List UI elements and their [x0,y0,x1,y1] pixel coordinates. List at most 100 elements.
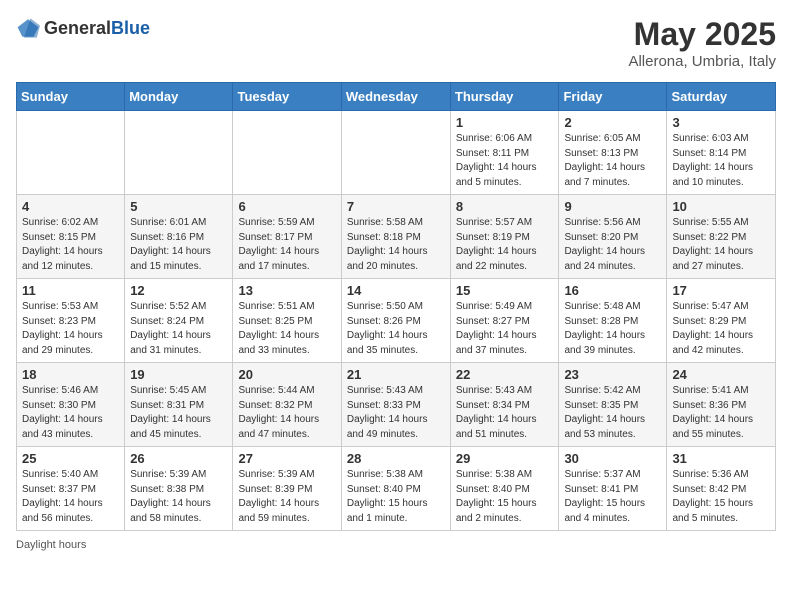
calendar-day-header: Friday [559,83,667,111]
calendar-day-header: Thursday [450,83,559,111]
calendar-day-cell: 27 Sunrise: 5:39 AM Sunset: 8:39 PM Dayli… [233,447,341,531]
calendar-day-cell: 28 Sunrise: 5:38 AM Sunset: 8:40 PM Dayli… [341,447,450,531]
day-number: 28 [347,451,445,466]
day-info: Sunrise: 5:46 AM Sunset: 8:30 PM Dayligh… [22,384,119,442]
day-number: 17 [672,283,770,298]
day-number: 27 [238,451,335,466]
day-info: Sunrise: 5:48 AM Sunset: 8:28 PM Dayligh… [564,300,661,358]
day-info: Sunrise: 5:47 AM Sunset: 8:29 PM Dayligh… [672,300,770,358]
calendar-day-cell: 1 Sunrise: 6:06 AM Sunset: 8:11 PM Daylig… [450,111,559,195]
day-number: 18 [22,367,119,382]
calendar-day-header: Monday [125,83,233,111]
calendar-day-cell: 29Sunrise: 5:38 AM Sunset: 8:40 PM Dayli… [450,447,559,531]
calendar-day-header: Wednesday [341,83,450,111]
page-header: GeneralBlue May 2025 Allerona, Umbria, I… [16,16,776,70]
day-info: Sunrise: 5:38 AM Sunset: 8:40 PM Dayligh… [456,468,554,526]
calendar-day-cell [125,111,233,195]
day-number: 12 [130,283,227,298]
location-title: Allerona, Umbria, Italy [628,53,776,70]
calendar-day-cell: 8 Sunrise: 5:57 AM Sunset: 8:19 PM Daylig… [450,195,559,279]
logo-blue: Blue [111,18,150,38]
day-info: Sunrise: 5:53 AM Sunset: 8:23 PM Dayligh… [22,300,119,358]
day-info: Sunrise: 5:50 AM Sunset: 8:26 PM Dayligh… [347,300,445,358]
calendar-day-cell: 7Sunrise: 5:58 AM Sunset: 8:18 PM Daylig… [341,195,450,279]
calendar-week-row: 18 Sunrise: 5:46 AM Sunset: 8:30 PM Dayli… [17,363,776,447]
day-info: Sunrise: 5:44 AM Sunset: 8:32 PM Dayligh… [238,384,335,442]
calendar-day-cell: 25 Sunrise: 5:40 AM Sunset: 8:37 PM Dayli… [17,447,125,531]
title-block: May 2025 Allerona, Umbria, Italy [628,16,776,70]
day-info: Sunrise: 5:39 AM Sunset: 8:38 PM Dayligh… [130,468,227,526]
day-info: Sunrise: 5:39 AM Sunset: 8:39 PM Dayligh… [238,468,335,526]
calendar-day-cell: 6Sunrise: 5:59 AM Sunset: 8:17 PM Daylig… [233,195,341,279]
day-info: Sunrise: 6:02 AM Sunset: 8:15 PM Dayligh… [22,216,119,274]
day-number: 22 [456,367,554,382]
day-number: 6 [238,199,335,214]
day-info: Sunrise: 5:37 AM Sunset: 8:41 PM Dayligh… [564,468,661,526]
day-number: 3 [672,115,770,130]
day-info: Sunrise: 5:40 AM Sunset: 8:37 PM Dayligh… [22,468,119,526]
calendar-day-cell: 11 Sunrise: 5:53 AM Sunset: 8:23 PM Dayli… [17,279,125,363]
calendar-day-header: Saturday [667,83,776,111]
calendar-day-header: Sunday [17,83,125,111]
footer-note: Daylight hours [16,539,776,551]
day-number: 8 [456,199,554,214]
calendar-day-cell: 3 Sunrise: 6:03 AM Sunset: 8:14 PM Daylig… [667,111,776,195]
calendar-day-cell: 12 Sunrise: 5:52 AM Sunset: 8:24 PM Dayli… [125,279,233,363]
day-info: Sunrise: 5:58 AM Sunset: 8:18 PM Dayligh… [347,216,445,274]
calendar-day-cell: 16 Sunrise: 5:48 AM Sunset: 8:28 PM Dayli… [559,279,667,363]
month-title: May 2025 [628,16,776,53]
calendar-day-header: Tuesday [233,83,341,111]
calendar-day-cell: 13 Sunrise: 5:51 AM Sunset: 8:25 PM Dayli… [233,279,341,363]
day-number: 31 [672,451,770,466]
day-number: 19 [130,367,227,382]
calendar-week-row: 4 Sunrise: 6:02 AM Sunset: 8:15 PM Daylig… [17,195,776,279]
logo-icon [16,16,40,40]
calendar-day-cell: 23Sunrise: 5:42 AM Sunset: 8:35 PM Dayli… [559,363,667,447]
calendar-day-cell: 10Sunrise: 5:55 AM Sunset: 8:22 PM Dayli… [667,195,776,279]
calendar-week-row: 1 Sunrise: 6:06 AM Sunset: 8:11 PM Daylig… [17,111,776,195]
day-info: Sunrise: 5:43 AM Sunset: 8:33 PM Dayligh… [347,384,445,442]
calendar-day-cell: 19 Sunrise: 5:45 AM Sunset: 8:31 PM Dayli… [125,363,233,447]
calendar-day-cell: 14 Sunrise: 5:50 AM Sunset: 8:26 PM Dayli… [341,279,450,363]
logo: GeneralBlue [16,16,150,40]
day-number: 2 [564,115,661,130]
calendar-day-cell: 31Sunrise: 5:36 AM Sunset: 8:42 PM Dayli… [667,447,776,531]
day-number: 1 [456,115,554,130]
day-info: Sunrise: 5:49 AM Sunset: 8:27 PM Dayligh… [456,300,554,358]
calendar-day-cell: 21 Sunrise: 5:43 AM Sunset: 8:33 PM Dayli… [341,363,450,447]
day-number: 13 [238,283,335,298]
day-info: Sunrise: 5:57 AM Sunset: 8:19 PM Dayligh… [456,216,554,274]
day-number: 26 [130,451,227,466]
calendar-day-cell: 2 Sunrise: 6:05 AM Sunset: 8:13 PM Daylig… [559,111,667,195]
calendar-table: SundayMondayTuesdayWednesdayThursdayFrid… [16,82,776,531]
calendar-day-cell: 17 Sunrise: 5:47 AM Sunset: 8:29 PM Dayli… [667,279,776,363]
day-number: 15 [456,283,554,298]
day-info: Sunrise: 6:03 AM Sunset: 8:14 PM Dayligh… [672,132,770,190]
calendar-day-cell: 9Sunrise: 5:56 AM Sunset: 8:20 PM Daylig… [559,195,667,279]
day-number: 4 [22,199,119,214]
calendar-day-cell: 30Sunrise: 5:37 AM Sunset: 8:41 PM Dayli… [559,447,667,531]
logo-general: General [44,18,111,38]
day-info: Sunrise: 5:43 AM Sunset: 8:34 PM Dayligh… [456,384,554,442]
day-info: Sunrise: 6:06 AM Sunset: 8:11 PM Dayligh… [456,132,554,190]
calendar-day-cell: 24Sunrise: 5:41 AM Sunset: 8:36 PM Dayli… [667,363,776,447]
day-number: 23 [564,367,661,382]
calendar-header-row: SundayMondayTuesdayWednesdayThursdayFrid… [17,83,776,111]
day-info: Sunrise: 5:51 AM Sunset: 8:25 PM Dayligh… [238,300,335,358]
day-number: 11 [22,283,119,298]
calendar-day-cell: 22 Sunrise: 5:43 AM Sunset: 8:34 PM Dayli… [450,363,559,447]
calendar-day-cell: 26 Sunrise: 5:39 AM Sunset: 8:38 PM Dayli… [125,447,233,531]
day-info: Sunrise: 6:01 AM Sunset: 8:16 PM Dayligh… [130,216,227,274]
day-number: 16 [564,283,661,298]
day-info: Sunrise: 5:52 AM Sunset: 8:24 PM Dayligh… [130,300,227,358]
day-info: Sunrise: 6:05 AM Sunset: 8:13 PM Dayligh… [564,132,661,190]
day-info: Sunrise: 5:56 AM Sunset: 8:20 PM Dayligh… [564,216,661,274]
day-number: 21 [347,367,445,382]
day-number: 25 [22,451,119,466]
day-info: Sunrise: 5:45 AM Sunset: 8:31 PM Dayligh… [130,384,227,442]
day-number: 5 [130,199,227,214]
calendar-day-cell [233,111,341,195]
day-number: 14 [347,283,445,298]
day-info: Sunrise: 5:38 AM Sunset: 8:40 PM Dayligh… [347,468,445,526]
day-number: 10 [672,199,770,214]
